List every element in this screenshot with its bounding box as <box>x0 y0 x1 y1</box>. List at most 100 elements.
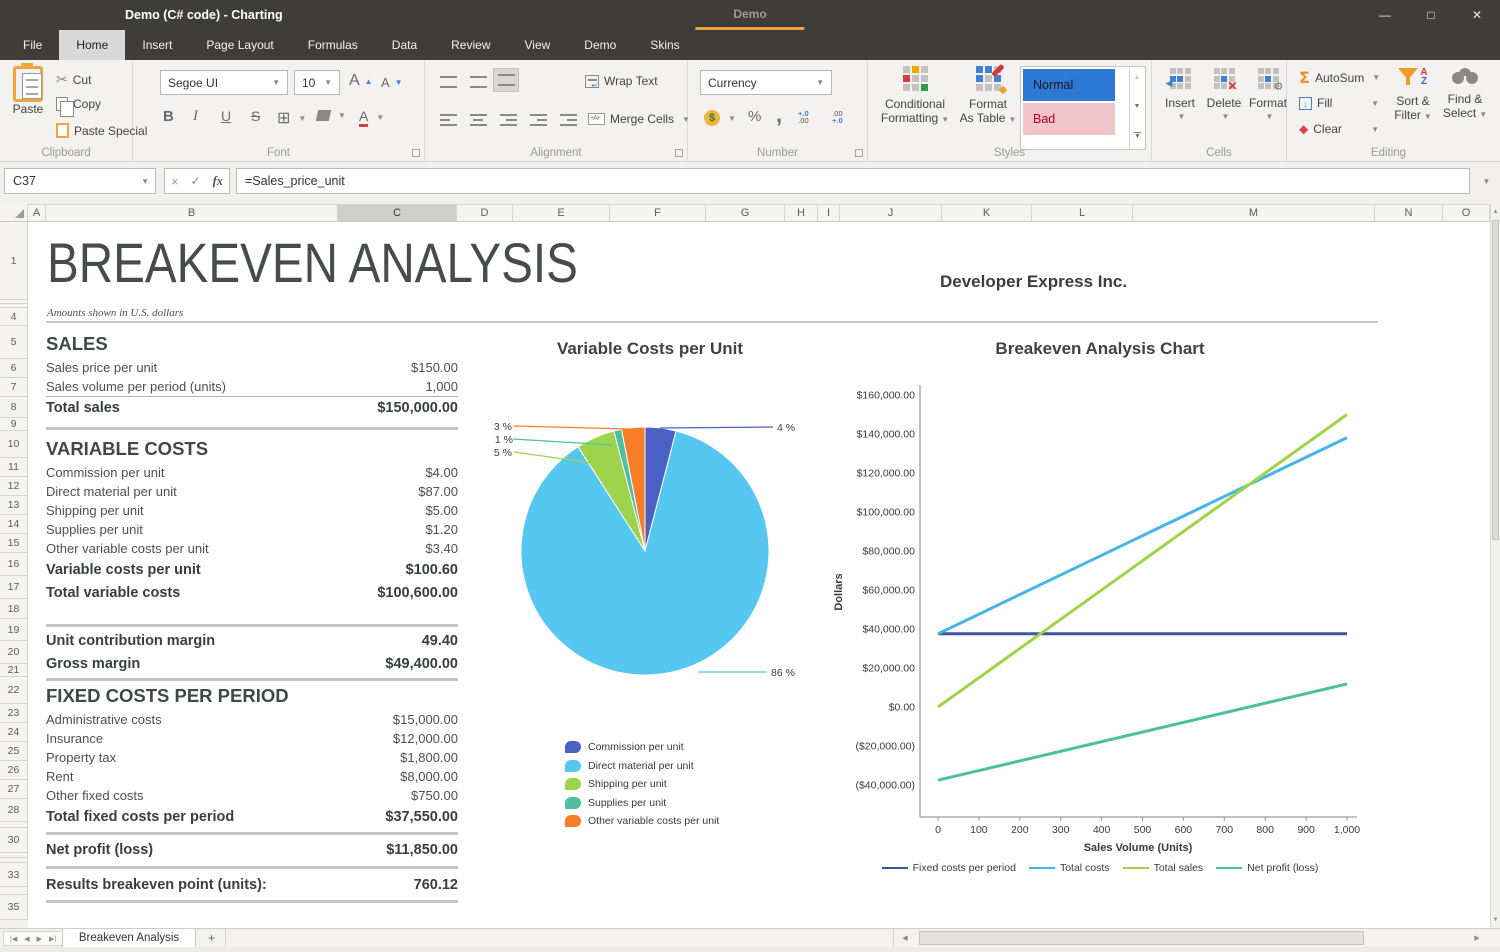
section-heading-variable-costs[interactable]: VARIABLE COSTS <box>46 435 458 463</box>
autosum-button[interactable]: ΣAutoSum▼ <box>1299 68 1380 87</box>
alignment-dialog-launcher[interactable] <box>675 149 683 157</box>
align-bottom-button[interactable] <box>493 68 519 92</box>
column-header-H[interactable]: H <box>785 204 818 222</box>
next-sheet-icon[interactable]: ▶ <box>37 935 42 943</box>
horizontal-scrollbar[interactable]: ◀ ▶ <box>893 929 1490 948</box>
sheet-tab-breakeven-analysis[interactable]: Breakeven Analysis <box>62 929 196 948</box>
align-left-button[interactable] <box>435 108 461 132</box>
row-header-28[interactable]: 28 <box>0 799 28 822</box>
grow-font-button[interactable]: A▲ <box>349 72 373 90</box>
shrink-font-button[interactable]: A▼ <box>381 75 403 90</box>
sheet-row[interactable]: Unit contribution margin49.40 <box>46 629 458 652</box>
font-color-button[interactable]: A▼ <box>359 108 384 127</box>
borders-button[interactable]: ⊞▼ <box>277 108 306 128</box>
insert-function-icon[interactable]: fx <box>213 174 223 189</box>
align-right-button[interactable] <box>495 108 521 132</box>
last-sheet-icon[interactable]: ▶| <box>49 935 56 943</box>
sheet-row[interactable]: Gross margin$49,400.00 <box>46 652 458 675</box>
copy-button[interactable]: Copy <box>56 97 101 111</box>
fill-color-button[interactable]: ▼ <box>317 110 346 121</box>
row-header-11[interactable]: 11 <box>0 458 28 477</box>
sheet-row[interactable]: Shipping per unit$5.00 <box>46 501 458 520</box>
column-header-M[interactable]: M <box>1133 204 1375 222</box>
sheet-row[interactable]: Total sales$150,000.00 <box>46 396 458 419</box>
row-header-22[interactable]: 22 <box>0 677 28 704</box>
accounting-format-button[interactable]: $▼ <box>704 110 736 126</box>
ribbon-tab-page-layout[interactable]: Page Layout <box>189 30 290 60</box>
column-header-F[interactable]: F <box>610 204 706 222</box>
row-header-9[interactable]: 9 <box>0 418 28 431</box>
row-header-26[interactable]: 26 <box>0 761 28 780</box>
close-button[interactable]: ✕ <box>1454 0 1500 30</box>
format-cells-button[interactable]: ⚙ Format▼ <box>1248 68 1288 124</box>
enter-icon[interactable]: ✓ <box>191 174 201 188</box>
row-header-10[interactable]: 10 <box>0 431 28 458</box>
row-header-1[interactable]: 1 <box>0 222 28 300</box>
ribbon-tab-review[interactable]: Review <box>434 30 507 60</box>
row-header-34[interactable] <box>0 887 28 895</box>
add-sheet-button[interactable]: + <box>198 929 226 948</box>
style-swatch-normal[interactable]: Normal <box>1023 69 1115 101</box>
row-header-24[interactable]: 24 <box>0 723 28 742</box>
align-top-button[interactable] <box>435 70 461 94</box>
row-header-30[interactable]: 30 <box>0 828 28 853</box>
row-header-20[interactable]: 20 <box>0 641 28 664</box>
column-header-L[interactable]: L <box>1032 204 1133 222</box>
scroll-down-icon[interactable]: ▼ <box>1491 917 1500 923</box>
clear-button[interactable]: ◆Clear▼ <box>1299 122 1379 136</box>
paste-button[interactable]: Paste <box>6 66 50 116</box>
row-header-5[interactable]: 5 <box>0 326 28 359</box>
cell-styles-gallery[interactable]: NormalBad ▲▼▼ <box>1020 66 1146 150</box>
sheet-row[interactable]: Direct material per unit$87.00 <box>46 482 458 501</box>
increase-decimal-button[interactable]: +.0.00 <box>798 110 809 124</box>
fill-button[interactable]: ↓Fill▼ <box>1299 96 1379 110</box>
company-name[interactable]: Developer Express Inc. <box>940 272 1127 292</box>
comma-style-button[interactable]: , <box>776 102 782 128</box>
style-swatch-bad[interactable]: Bad <box>1023 103 1115 135</box>
number-dialog-launcher[interactable] <box>855 149 863 157</box>
vertical-scrollbar[interactable]: ▲▼ <box>1490 204 1500 928</box>
increase-indent-button[interactable] <box>555 108 581 132</box>
conditional-formatting-button[interactable]: Conditional Formatting▼ <box>876 66 954 127</box>
section-heading-fixed-costs-per-period[interactable]: FIXED COSTS PER PERIOD <box>46 682 458 710</box>
scroll-left-icon[interactable]: ◀ <box>896 929 914 948</box>
prev-sheet-icon[interactable]: ◀ <box>24 935 29 943</box>
column-header-I[interactable]: I <box>818 204 840 222</box>
column-header-J[interactable]: J <box>840 204 942 222</box>
sheet-row[interactable]: Net profit (loss)$11,850.00 <box>46 838 458 861</box>
sheet-row[interactable]: Rent$8,000.00 <box>46 767 458 786</box>
row-header-27[interactable]: 27 <box>0 780 28 799</box>
row-header-25[interactable]: 25 <box>0 742 28 761</box>
row-header-17[interactable]: 17 <box>0 576 28 599</box>
section-heading-sales[interactable]: SALES <box>46 330 458 358</box>
font-family-combo[interactable]: Segoe UI▼ <box>160 70 288 95</box>
italic-button[interactable]: I <box>193 108 198 125</box>
column-header-N[interactable]: N <box>1375 204 1443 222</box>
ribbon-tab-formulas[interactable]: Formulas <box>291 30 375 60</box>
titlebar-demo-tab[interactable]: Demo <box>695 0 804 30</box>
formula-bar-expand[interactable]: ▼ <box>1474 168 1496 194</box>
row-header-14[interactable]: 14 <box>0 515 28 534</box>
cancel-icon[interactable]: × <box>171 174 179 189</box>
find-select-button[interactable]: Find & Select▼ <box>1441 68 1489 122</box>
sheet-row[interactable]: Sales volume per period (units)1,000 <box>46 377 458 396</box>
scroll-up-icon[interactable]: ▲ <box>1491 209 1500 215</box>
sheet-row[interactable]: Other fixed costs$750.00 <box>46 786 458 805</box>
minimize-button[interactable]: — <box>1362 0 1408 30</box>
number-format-combo[interactable]: Currency▼ <box>700 70 832 95</box>
ribbon-tab-data[interactable]: Data <box>375 30 434 60</box>
formula-input[interactable]: =Sales_price_unit <box>236 168 1470 194</box>
row-header-12[interactable]: 12 <box>0 477 28 496</box>
row-header-33[interactable]: 33 <box>0 863 28 887</box>
align-middle-button[interactable] <box>465 70 491 94</box>
sheet-row[interactable]: Sales price per unit$150.00 <box>46 358 458 377</box>
percent-style-button[interactable]: % <box>748 108 761 125</box>
row-header-23[interactable]: 23 <box>0 704 28 723</box>
column-header-K[interactable]: K <box>942 204 1032 222</box>
column-header-A[interactable]: A <box>28 204 46 222</box>
delete-cells-button[interactable]: ✕ Delete▼ <box>1204 68 1244 124</box>
name-box[interactable]: C37▼ <box>4 168 156 194</box>
underline-button[interactable]: U <box>221 108 231 124</box>
decrease-decimal-button[interactable]: .00+.0 <box>832 110 843 124</box>
wrap-text-button[interactable]: Wrap Text <box>585 74 658 88</box>
